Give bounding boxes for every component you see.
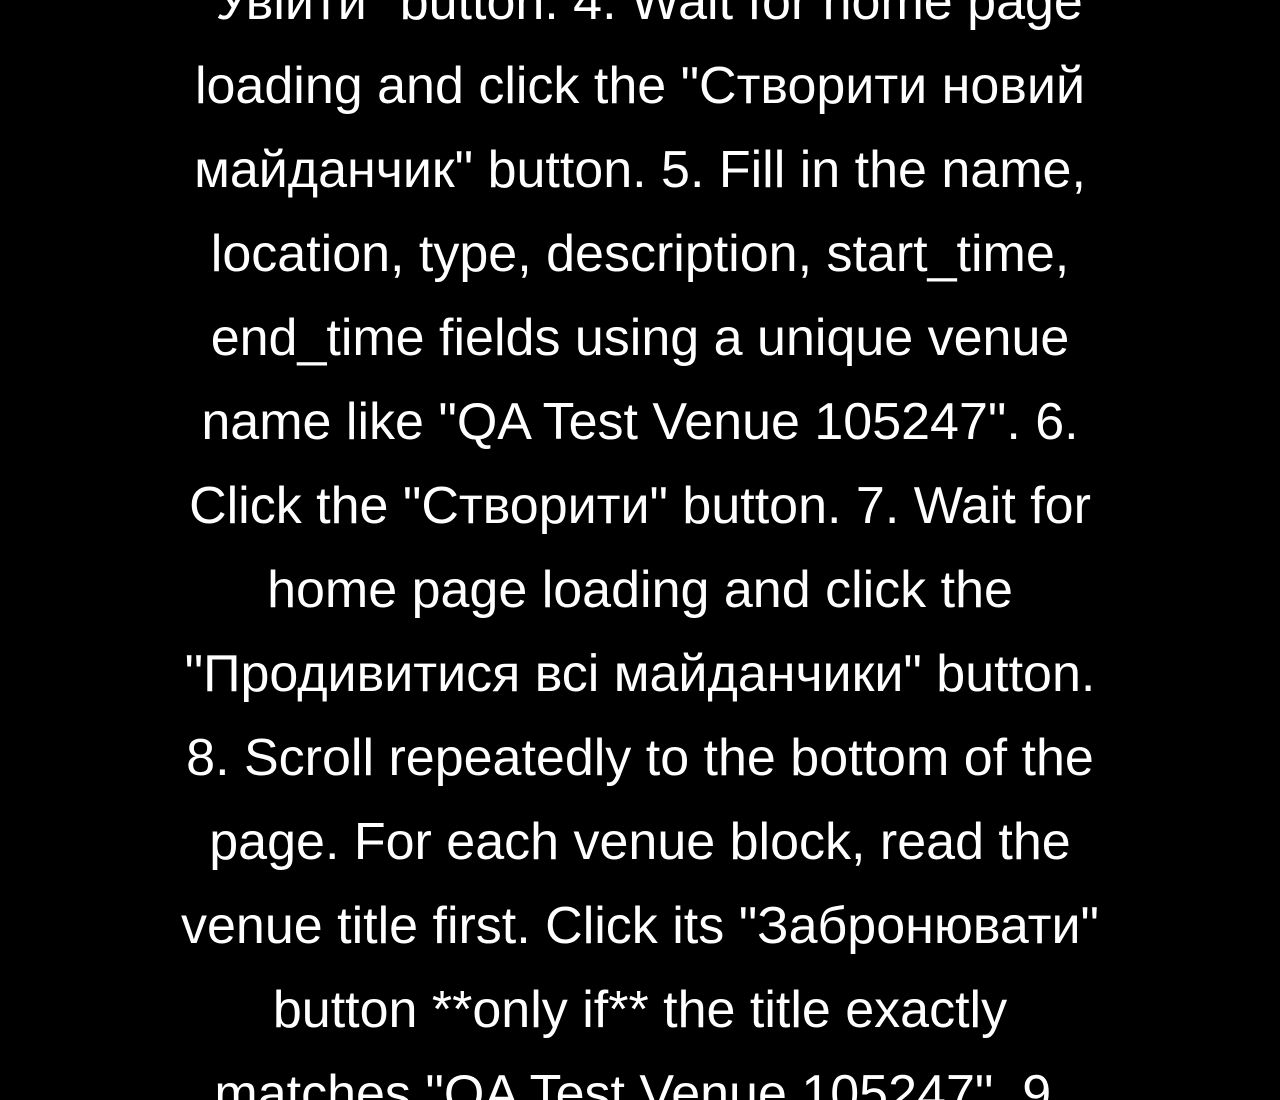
- instruction-line-5: end_time fields using a unique venue: [210, 309, 1070, 367]
- instruction-line-7: Click the "Створити" button. 7. Wait for: [189, 477, 1091, 535]
- instruction-line-6: name like "QA Test Venue 105247". 6.: [201, 393, 1079, 451]
- instruction-line-3: майданчик" button. 5. Fill in the name,: [194, 141, 1086, 199]
- instruction-text: "Увійти" button. 4. Wait for home page l…: [0, 0, 1280, 1100]
- instruction-overlay: "Увійти" button. 4. Wait for home page l…: [0, 0, 1280, 1100]
- instruction-line-12: venue title first. Click its "Забронюват…: [181, 897, 1099, 955]
- instruction-line-10: 8. Scroll repeatedly to the bottom of th…: [186, 729, 1094, 787]
- instruction-line-9: "Продивитися всі майданчики" button.: [184, 645, 1096, 703]
- instruction-line-14: matches "QA Test Venue 105247". 9.: [214, 1065, 1066, 1100]
- instruction-line-11: page. For each venue block, read the: [209, 813, 1071, 871]
- instruction-line-13: button **only if** the title exactly: [272, 981, 1008, 1039]
- instruction-line-1: "Увійти" button. 4. Wait for home page: [197, 0, 1083, 31]
- instruction-line-2: loading and click the "Створити новий: [194, 57, 1086, 115]
- instruction-line-4: location, type, description, start_time,: [210, 225, 1070, 283]
- instruction-line-8: home page loading and click the: [267, 561, 1013, 619]
